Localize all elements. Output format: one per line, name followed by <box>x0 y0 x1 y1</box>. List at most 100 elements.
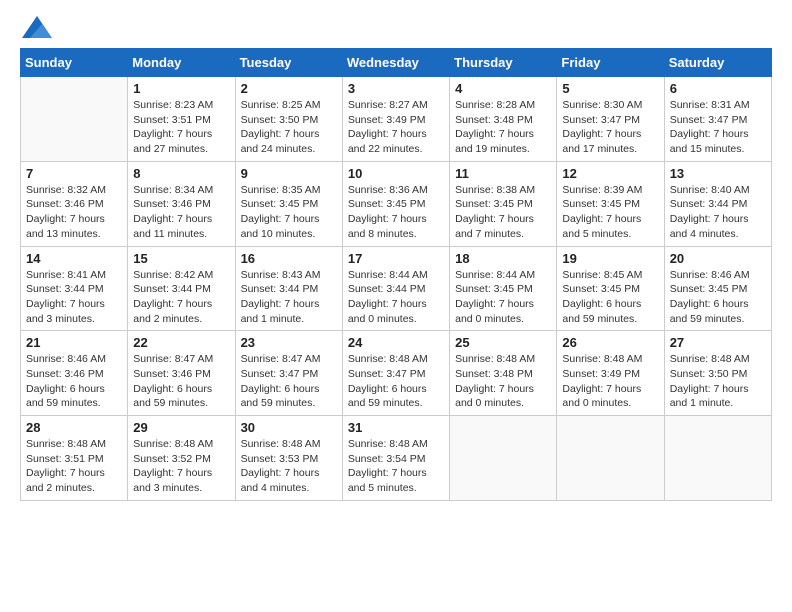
calendar-cell <box>450 416 557 501</box>
day-info: Sunrise: 8:30 AM Sunset: 3:47 PM Dayligh… <box>562 98 658 157</box>
day-number: 4 <box>455 81 551 96</box>
calendar-cell: 15 Sunrise: 8:42 AM Sunset: 3:44 PM Dayli… <box>128 246 235 331</box>
weekday-header-sunday: Sunday <box>21 49 128 77</box>
calendar-cell: 19 Sunrise: 8:45 AM Sunset: 3:45 PM Dayli… <box>557 246 664 331</box>
day-info: Sunrise: 8:41 AM Sunset: 3:44 PM Dayligh… <box>26 268 122 327</box>
calendar-cell <box>21 77 128 162</box>
day-number: 1 <box>133 81 229 96</box>
logo-icon <box>22 16 52 38</box>
day-info: Sunrise: 8:48 AM Sunset: 3:53 PM Dayligh… <box>241 437 337 496</box>
weekday-header-row: SundayMondayTuesdayWednesdayThursdayFrid… <box>21 49 772 77</box>
day-info: Sunrise: 8:48 AM Sunset: 3:51 PM Dayligh… <box>26 437 122 496</box>
calendar-cell: 1 Sunrise: 8:23 AM Sunset: 3:51 PM Daylig… <box>128 77 235 162</box>
day-info: Sunrise: 8:35 AM Sunset: 3:45 PM Dayligh… <box>241 183 337 242</box>
weekday-header-thursday: Thursday <box>450 49 557 77</box>
calendar-cell: 6Sunrise: 8:31 AM Sunset: 3:47 PM Daylig… <box>664 77 771 162</box>
day-number: 5 <box>562 81 658 96</box>
day-number: 16 <box>241 251 337 266</box>
calendar-cell: 28 Sunrise: 8:48 AM Sunset: 3:51 PM Dayli… <box>21 416 128 501</box>
weekday-header-monday: Monday <box>128 49 235 77</box>
week-row-3: 14 Sunrise: 8:41 AM Sunset: 3:44 PM Dayli… <box>21 246 772 331</box>
calendar-table: SundayMondayTuesdayWednesdayThursdayFrid… <box>20 48 772 501</box>
day-number: 8 <box>133 166 229 181</box>
day-number: 11 <box>455 166 551 181</box>
day-number: 26 <box>562 335 658 350</box>
weekday-header-tuesday: Tuesday <box>235 49 342 77</box>
day-info: Sunrise: 8:38 AM Sunset: 3:45 PM Dayligh… <box>455 183 551 242</box>
day-number: 7 <box>26 166 122 181</box>
day-number: 3 <box>348 81 444 96</box>
day-number: 24 <box>348 335 444 350</box>
day-number: 14 <box>26 251 122 266</box>
day-info: Sunrise: 8:44 AM Sunset: 3:45 PM Dayligh… <box>455 268 551 327</box>
day-info: Sunrise: 8:47 AM Sunset: 3:46 PM Dayligh… <box>133 352 229 411</box>
calendar-cell: 4 Sunrise: 8:28 AM Sunset: 3:48 PM Daylig… <box>450 77 557 162</box>
day-info: Sunrise: 8:43 AM Sunset: 3:44 PM Dayligh… <box>241 268 337 327</box>
day-number: 10 <box>348 166 444 181</box>
day-number: 15 <box>133 251 229 266</box>
day-info: Sunrise: 8:25 AM Sunset: 3:50 PM Dayligh… <box>241 98 337 157</box>
day-info: Sunrise: 8:45 AM Sunset: 3:45 PM Dayligh… <box>562 268 658 327</box>
day-info: Sunrise: 8:34 AM Sunset: 3:46 PM Dayligh… <box>133 183 229 242</box>
calendar-cell: 24Sunrise: 8:48 AM Sunset: 3:47 PM Dayli… <box>342 331 449 416</box>
day-info: Sunrise: 8:39 AM Sunset: 3:45 PM Dayligh… <box>562 183 658 242</box>
calendar-cell: 7Sunrise: 8:32 AM Sunset: 3:46 PM Daylig… <box>21 161 128 246</box>
day-info: Sunrise: 8:46 AM Sunset: 3:46 PM Dayligh… <box>26 352 122 411</box>
calendar-cell: 11 Sunrise: 8:38 AM Sunset: 3:45 PM Dayli… <box>450 161 557 246</box>
day-info: Sunrise: 8:44 AM Sunset: 3:44 PM Dayligh… <box>348 268 444 327</box>
calendar-cell: 3 Sunrise: 8:27 AM Sunset: 3:49 PM Daylig… <box>342 77 449 162</box>
calendar-cell: 20Sunrise: 8:46 AM Sunset: 3:45 PM Dayli… <box>664 246 771 331</box>
calendar-cell: 13 Sunrise: 8:40 AM Sunset: 3:44 PM Dayli… <box>664 161 771 246</box>
day-info: Sunrise: 8:48 AM Sunset: 3:48 PM Dayligh… <box>455 352 551 411</box>
day-number: 20 <box>670 251 766 266</box>
day-number: 21 <box>26 335 122 350</box>
day-number: 25 <box>455 335 551 350</box>
day-number: 18 <box>455 251 551 266</box>
calendar-cell: 23Sunrise: 8:47 AM Sunset: 3:47 PM Dayli… <box>235 331 342 416</box>
calendar-cell: 26 Sunrise: 8:48 AM Sunset: 3:49 PM Dayli… <box>557 331 664 416</box>
calendar-cell: 10Sunrise: 8:36 AM Sunset: 3:45 PM Dayli… <box>342 161 449 246</box>
day-number: 13 <box>670 166 766 181</box>
calendar-cell: 22Sunrise: 8:47 AM Sunset: 3:46 PM Dayli… <box>128 331 235 416</box>
calendar-cell: 30 Sunrise: 8:48 AM Sunset: 3:53 PM Dayli… <box>235 416 342 501</box>
week-row-5: 28 Sunrise: 8:48 AM Sunset: 3:51 PM Dayli… <box>21 416 772 501</box>
weekday-header-wednesday: Wednesday <box>342 49 449 77</box>
calendar-cell: 25 Sunrise: 8:48 AM Sunset: 3:48 PM Dayli… <box>450 331 557 416</box>
day-number: 29 <box>133 420 229 435</box>
logo <box>20 20 52 38</box>
calendar-cell: 5 Sunrise: 8:30 AM Sunset: 3:47 PM Daylig… <box>557 77 664 162</box>
day-number: 31 <box>348 420 444 435</box>
calendar-cell: 27Sunrise: 8:48 AM Sunset: 3:50 PM Dayli… <box>664 331 771 416</box>
day-info: Sunrise: 8:23 AM Sunset: 3:51 PM Dayligh… <box>133 98 229 157</box>
weekday-header-saturday: Saturday <box>664 49 771 77</box>
day-number: 2 <box>241 81 337 96</box>
weekday-header-friday: Friday <box>557 49 664 77</box>
day-info: Sunrise: 8:40 AM Sunset: 3:44 PM Dayligh… <box>670 183 766 242</box>
calendar-cell: 2 Sunrise: 8:25 AM Sunset: 3:50 PM Daylig… <box>235 77 342 162</box>
day-number: 6 <box>670 81 766 96</box>
day-number: 9 <box>241 166 337 181</box>
page-header <box>20 20 772 38</box>
day-info: Sunrise: 8:28 AM Sunset: 3:48 PM Dayligh… <box>455 98 551 157</box>
day-number: 12 <box>562 166 658 181</box>
day-info: Sunrise: 8:48 AM Sunset: 3:52 PM Dayligh… <box>133 437 229 496</box>
day-info: Sunrise: 8:47 AM Sunset: 3:47 PM Dayligh… <box>241 352 337 411</box>
calendar-cell: 12 Sunrise: 8:39 AM Sunset: 3:45 PM Dayli… <box>557 161 664 246</box>
calendar-cell: 29 Sunrise: 8:48 AM Sunset: 3:52 PM Dayli… <box>128 416 235 501</box>
calendar-cell: 31Sunrise: 8:48 AM Sunset: 3:54 PM Dayli… <box>342 416 449 501</box>
day-info: Sunrise: 8:48 AM Sunset: 3:49 PM Dayligh… <box>562 352 658 411</box>
day-number: 30 <box>241 420 337 435</box>
calendar-cell <box>664 416 771 501</box>
calendar-cell: 16 Sunrise: 8:43 AM Sunset: 3:44 PM Dayli… <box>235 246 342 331</box>
day-info: Sunrise: 8:27 AM Sunset: 3:49 PM Dayligh… <box>348 98 444 157</box>
week-row-2: 7Sunrise: 8:32 AM Sunset: 3:46 PM Daylig… <box>21 161 772 246</box>
day-number: 19 <box>562 251 658 266</box>
day-info: Sunrise: 8:48 AM Sunset: 3:50 PM Dayligh… <box>670 352 766 411</box>
calendar-cell: 14 Sunrise: 8:41 AM Sunset: 3:44 PM Dayli… <box>21 246 128 331</box>
calendar-cell: 9 Sunrise: 8:35 AM Sunset: 3:45 PM Daylig… <box>235 161 342 246</box>
day-number: 17 <box>348 251 444 266</box>
day-number: 28 <box>26 420 122 435</box>
calendar-cell: 8 Sunrise: 8:34 AM Sunset: 3:46 PM Daylig… <box>128 161 235 246</box>
day-info: Sunrise: 8:42 AM Sunset: 3:44 PM Dayligh… <box>133 268 229 327</box>
calendar-cell: 18 Sunrise: 8:44 AM Sunset: 3:45 PM Dayli… <box>450 246 557 331</box>
